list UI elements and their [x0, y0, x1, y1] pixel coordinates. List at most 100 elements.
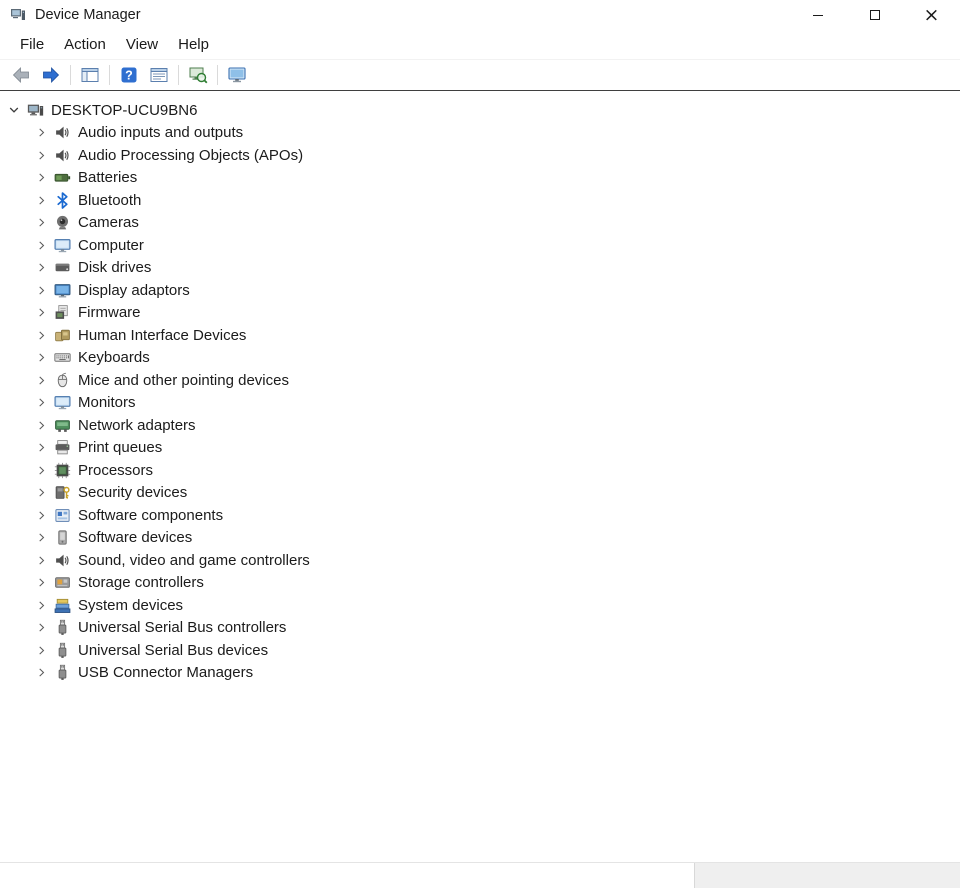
tree-item[interactable]: Audio Processing Objects (APOs)	[0, 144, 960, 167]
minimize-button[interactable]	[789, 0, 846, 30]
properties-button[interactable]	[144, 62, 174, 88]
tree-item-label: Cameras	[78, 214, 139, 231]
tree-item-label: Computer	[78, 237, 144, 254]
device-category-icon	[54, 147, 71, 164]
properties-icon	[149, 65, 169, 85]
chevron-right-icon[interactable]	[33, 642, 49, 658]
chevron-right-icon[interactable]	[33, 417, 49, 433]
menu-view[interactable]: View	[116, 31, 168, 58]
tree-item-label: Human Interface Devices	[78, 327, 246, 344]
menu-help[interactable]: Help	[168, 31, 219, 58]
toolbar-separator	[217, 65, 218, 85]
chevron-right-icon[interactable]	[33, 530, 49, 546]
statusbar-left-panel	[0, 863, 694, 888]
device-category-icon	[54, 124, 71, 141]
device-category-icon	[54, 237, 71, 254]
tree-item[interactable]: Universal Serial Bus controllers	[0, 617, 960, 640]
tree-item[interactable]: Bluetooth	[0, 189, 960, 212]
tree-item[interactable]: Audio inputs and outputs	[0, 122, 960, 145]
tree-item[interactable]: Computer	[0, 234, 960, 257]
help-button[interactable]	[114, 62, 144, 88]
tree-item[interactable]: Display adaptors	[0, 279, 960, 302]
toolbar-separator	[109, 65, 110, 85]
chevron-right-icon[interactable]	[33, 305, 49, 321]
tree-item-label: Display adaptors	[78, 282, 190, 299]
chevron-right-icon[interactable]	[33, 237, 49, 253]
device-category-icon	[54, 169, 71, 186]
chevron-right-icon[interactable]	[33, 440, 49, 456]
chevron-right-icon[interactable]	[33, 620, 49, 636]
close-button[interactable]: ×	[903, 0, 960, 30]
back-button[interactable]	[6, 62, 36, 88]
device-category-icon	[54, 394, 71, 411]
chevron-right-icon[interactable]	[33, 485, 49, 501]
chevron-right-icon[interactable]	[33, 260, 49, 276]
tree-item[interactable]: Processors	[0, 459, 960, 482]
device-category-icon	[54, 349, 71, 366]
tree-item[interactable]: Storage controllers	[0, 572, 960, 595]
device-category-icon	[54, 664, 71, 681]
chevron-right-icon[interactable]	[33, 462, 49, 478]
tree-item[interactable]: Firmware	[0, 302, 960, 325]
tree-item-label: Processors	[78, 462, 153, 479]
chevron-right-icon[interactable]	[33, 350, 49, 366]
chevron-right-icon[interactable]	[33, 665, 49, 681]
chevron-right-icon[interactable]	[33, 372, 49, 388]
tree-item-label: Firmware	[78, 304, 141, 321]
tree-item-label: System devices	[78, 597, 183, 614]
tree-item[interactable]: Software devices	[0, 527, 960, 550]
tree-item[interactable]: Network adapters	[0, 414, 960, 437]
chevron-right-icon[interactable]	[33, 125, 49, 141]
chevron-right-icon[interactable]	[33, 192, 49, 208]
tree-item-label: Mice and other pointing devices	[78, 372, 289, 389]
tree-item-label: Keyboards	[78, 349, 150, 366]
chevron-right-icon[interactable]	[33, 327, 49, 343]
device-category-icon	[54, 552, 71, 569]
tree-item[interactable]: Keyboards	[0, 347, 960, 370]
tree-item[interactable]: Sound, video and game controllers	[0, 549, 960, 572]
chevron-right-icon[interactable]	[33, 215, 49, 231]
chevron-right-icon[interactable]	[33, 170, 49, 186]
tree-item-label: Audio inputs and outputs	[78, 124, 243, 141]
menu-file[interactable]: File	[10, 31, 54, 58]
show-hide-console-tree-button[interactable]	[75, 62, 105, 88]
tree-item[interactable]: Software components	[0, 504, 960, 527]
chevron-right-icon[interactable]	[33, 147, 49, 163]
device-category-icon	[54, 327, 71, 344]
tree-item[interactable]: System devices	[0, 594, 960, 617]
computer-icon	[27, 102, 44, 119]
tree-item[interactable]: USB Connector Managers	[0, 662, 960, 685]
chevron-right-icon[interactable]	[33, 282, 49, 298]
chevron-right-icon[interactable]	[33, 552, 49, 568]
chevron-right-icon[interactable]	[33, 507, 49, 523]
chevron-right-icon[interactable]	[33, 597, 49, 613]
tree-item[interactable]: Cameras	[0, 212, 960, 235]
console-tree-icon	[80, 65, 100, 85]
toolbar	[0, 60, 960, 91]
toolbar-separator	[70, 65, 71, 85]
device-category-icon	[54, 619, 71, 636]
tree-item[interactable]: Universal Serial Bus devices	[0, 639, 960, 662]
tree-item[interactable]: Security devices	[0, 482, 960, 505]
chevron-right-icon[interactable]	[33, 575, 49, 591]
chevron-right-icon[interactable]	[33, 395, 49, 411]
tree-root-item[interactable]: DESKTOP-UCU9BN6	[0, 99, 960, 122]
devices-button[interactable]	[222, 62, 252, 88]
tree-item[interactable]: Human Interface Devices	[0, 324, 960, 347]
chevron-down-icon[interactable]	[6, 102, 22, 118]
tree-item-label: Batteries	[78, 169, 137, 186]
device-manager-app-icon	[10, 7, 26, 23]
maximize-button[interactable]	[846, 0, 903, 30]
statusbar	[0, 862, 960, 888]
tree-item[interactable]: Mice and other pointing devices	[0, 369, 960, 392]
tree-item[interactable]: Disk drives	[0, 257, 960, 280]
tree-item-label: Sound, video and game controllers	[78, 552, 310, 569]
tree-item[interactable]: Print queues	[0, 437, 960, 460]
menu-action[interactable]: Action	[54, 31, 116, 58]
device-category-icon	[54, 214, 71, 231]
scan-for-hardware-changes-button[interactable]	[183, 62, 213, 88]
tree-item[interactable]: Batteries	[0, 167, 960, 190]
tree-item[interactable]: Monitors	[0, 392, 960, 415]
forward-button[interactable]	[36, 62, 66, 88]
tree-item-label: Network adapters	[78, 417, 196, 434]
